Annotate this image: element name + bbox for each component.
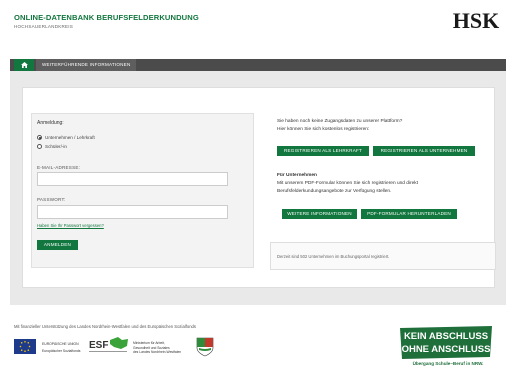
register-teacher-button[interactable]: REGISTRIEREN ALS LEHRKRAFT xyxy=(277,146,369,156)
radio-button-checked[interactable] xyxy=(37,135,42,140)
svg-text:ESF: ESF xyxy=(89,340,108,351)
register-intro-1: Sie haben noch keine Zugangsdaten zu uns… xyxy=(277,119,403,124)
radio-schueler[interactable]: Schüler/-in xyxy=(37,143,67,150)
nav-weiterfuehrende-informationen[interactable]: WEITERFÜHRENDE INFORMATIONEN xyxy=(36,59,137,71)
radio-label: Unternehmen / Lehrkraft xyxy=(45,135,95,140)
pdf-download-button[interactable]: PDF-FORMULAR HERUNTERLADEN xyxy=(361,209,457,219)
support-notice: Mit finanzieller Unterstützung des Lande… xyxy=(14,324,196,329)
main-navigation: WEITERFÜHRENDE INFORMATIONEN xyxy=(10,59,506,71)
registered-companies-count: Derzeit sind 502 Unternehmen im Buchungs… xyxy=(277,254,390,259)
svg-text:OHNE ANSCHLUSS: OHNE ANSCHLUSS xyxy=(402,344,491,355)
more-info-button[interactable]: WEITERE INFORMATIONEN xyxy=(282,209,357,219)
svg-text:Übergang Schule–Beruf in NRW.: Übergang Schule–Beruf in NRW. xyxy=(413,360,484,366)
forgot-password-link[interactable]: Haben Sie Ihr Passwort vergessen? xyxy=(37,223,104,228)
email-field[interactable] xyxy=(37,172,228,186)
radio-button[interactable] xyxy=(37,144,42,149)
svg-text:HSK: HSK xyxy=(453,8,499,33)
companies-heading: Für Unternehmen xyxy=(277,173,317,178)
hsk-logo[interactable]: HSK xyxy=(452,6,500,34)
ministry-label: Ministerium für Arbeit, Gesundheit und S… xyxy=(133,341,182,354)
email-label: E-MAIL-ADRESSE: xyxy=(37,165,81,170)
eu-label: EUROPÄISCHE UNION Europäischer Sozialfon… xyxy=(42,342,81,353)
login-title: Anmeldung: xyxy=(37,120,64,126)
home-button[interactable] xyxy=(14,59,34,71)
esf-logo: ESF xyxy=(89,337,128,352)
site-header: ONLINE-DATENBANK BERUFSFELDERKUNDUNG HOC… xyxy=(0,0,516,60)
site-subtitle: HOCHSAUERLANDKREIS xyxy=(14,24,73,29)
companies-text-2: Berufsfelderkundungsangebote zur Verfügu… xyxy=(277,189,392,194)
radio-unternehmen-lehrkraft[interactable]: Unternehmen / Lehrkraft xyxy=(37,134,95,141)
password-field[interactable] xyxy=(37,205,228,219)
password-label: PASSWORT: xyxy=(37,197,66,202)
kein-abschluss-logo: KEIN ABSCHLUSS OHNE ANSCHLUSS Übergang S… xyxy=(400,326,492,366)
svg-text:KEIN ABSCHLUSS: KEIN ABSCHLUSS xyxy=(404,331,488,342)
register-company-button[interactable]: REGISTRIEREN ALS UNTERNEHMEN xyxy=(373,146,475,156)
home-icon xyxy=(20,62,28,68)
radio-label: Schüler/-in xyxy=(45,144,67,149)
register-intro-2: Hier können Sie sich kostenlos registrie… xyxy=(277,127,370,132)
nrw-coat-of-arms-icon xyxy=(196,337,214,357)
companies-text-1: Mit unserem PDF-Formular können Sie sich… xyxy=(277,181,419,186)
login-button[interactable]: ANMELDEN xyxy=(37,240,78,250)
site-title: ONLINE-DATENBANK BERUFSFELDERKUNDUNG xyxy=(14,13,199,22)
eu-flag-icon xyxy=(14,339,36,354)
